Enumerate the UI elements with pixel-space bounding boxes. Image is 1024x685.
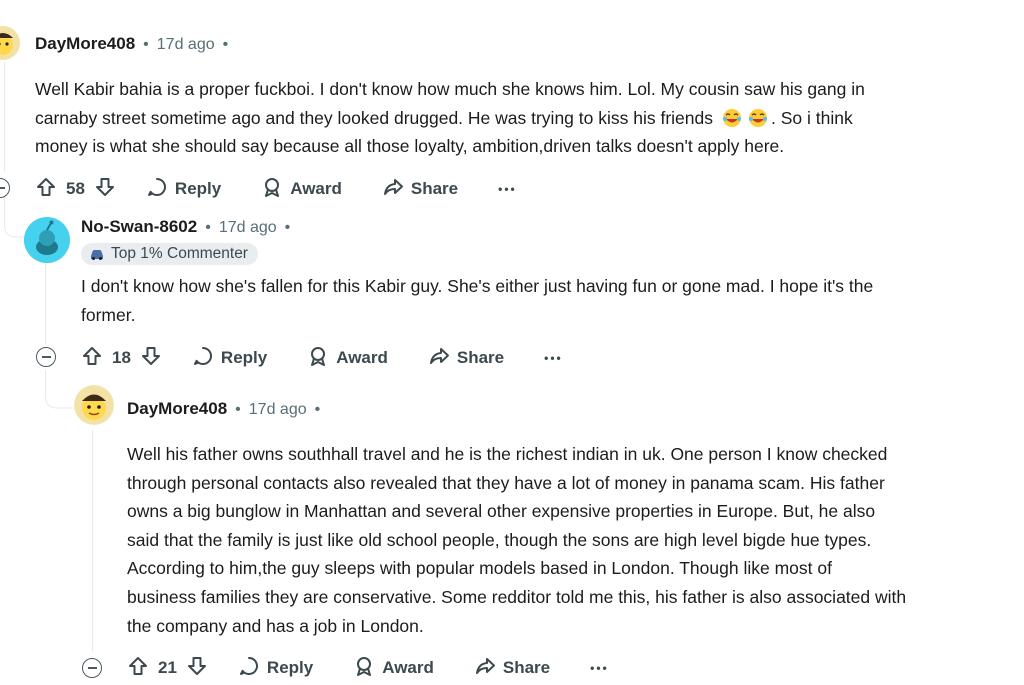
commenter-badge: Top 1% Commenter: [81, 243, 258, 266]
more-label: •••: [544, 351, 563, 365]
comment-line-text: carnaby street sometime ago and they loo…: [35, 107, 713, 128]
award-icon: [307, 345, 329, 372]
laughing-emoji-icon: [747, 108, 769, 128]
more-options-icon[interactable]: •••: [498, 182, 517, 196]
comment-actions: 58 Reply Award Share •••: [35, 172, 517, 206]
comment-line: Well his father owns southhall travel an…: [127, 444, 888, 464]
upvote-icon[interactable]: [127, 655, 149, 682]
upvote-icon[interactable]: [35, 176, 57, 203]
separator: •: [222, 36, 229, 53]
reply-button[interactable]: Reply: [192, 345, 267, 372]
comment-line: Well Kabir bahia is a proper fuckboi. I …: [35, 79, 865, 99]
comment-line: owns a big bunglow in Manhattan and seve…: [127, 501, 876, 522]
share-button[interactable]: Share: [474, 655, 550, 682]
vote-count: 21: [158, 658, 177, 677]
thread-line-root: [4, 62, 5, 172]
upvote-icon[interactable]: [81, 345, 103, 372]
comment-line: said that the family is just like old sc…: [127, 529, 872, 550]
comment-icon: [192, 345, 214, 372]
separator: •: [284, 219, 291, 236]
avatar[interactable]: [74, 385, 114, 425]
comment-line: money is what she should say because all…: [35, 136, 785, 157]
comment-line: business families they are conservative.…: [127, 586, 907, 607]
award-button[interactable]: Award: [353, 655, 434, 682]
thread-connector: [4, 195, 24, 238]
timestamp[interactable]: 17d ago: [219, 219, 277, 237]
reply-button[interactable]: Reply: [238, 655, 313, 682]
comment-line: I don't know how she's fallen for this K…: [81, 276, 874, 296]
more-options-icon[interactable]: •••: [544, 351, 563, 365]
comment-line: through personal contacts also revealed …: [127, 472, 885, 493]
reply-button[interactable]: Reply: [146, 176, 221, 203]
comment-line: According to him,the guy sleeps with pop…: [127, 558, 832, 579]
award-button[interactable]: Award: [307, 345, 388, 372]
timestamp[interactable]: 17d ago: [157, 36, 215, 54]
separator: •: [235, 401, 241, 418]
thread-connector: [45, 370, 75, 409]
comment-actions: 18 Reply Award Share •••: [81, 341, 563, 375]
more-label: •••: [498, 182, 517, 196]
share-label: Share: [502, 658, 551, 677]
share-icon: [474, 655, 496, 682]
reply-label: Reply: [266, 658, 314, 677]
comment-header: No-Swan-8602 • 17d ago •: [81, 217, 290, 237]
downvote-icon[interactable]: [186, 655, 208, 682]
share-label: Share: [410, 179, 459, 198]
award-icon: [261, 176, 283, 203]
collapse-button[interactable]: [82, 658, 102, 678]
badge-label: Top 1% Commenter: [111, 245, 248, 262]
share-label: Share: [456, 348, 505, 367]
thread-line-level2: [92, 430, 93, 652]
share-icon: [382, 176, 404, 203]
comment-line: carnaby street sometime ago and they loo…: [35, 104, 1015, 133]
comment-line-text: . So i think: [771, 107, 853, 128]
more-label: •••: [590, 661, 609, 675]
comment-actions: 21 Reply Award Share •••: [127, 651, 609, 685]
comment-body: Well Kabir bahia is a proper fuckboi. I …: [35, 75, 1015, 161]
username[interactable]: DayMore408: [35, 34, 135, 54]
comment-icon: [146, 176, 168, 203]
award-label: Award: [290, 179, 342, 198]
comment-header: DayMore408 • 17d ago •: [35, 34, 228, 54]
share-button[interactable]: Share: [382, 176, 458, 203]
avatar[interactable]: [0, 26, 20, 60]
comment-line: the company and has a job in London.: [127, 615, 424, 636]
separator: •: [143, 36, 149, 53]
avatar[interactable]: [24, 217, 70, 263]
share-icon: [428, 345, 450, 372]
downvote-icon[interactable]: [94, 176, 116, 203]
collapse-button[interactable]: [36, 347, 56, 367]
car-icon: [89, 247, 105, 261]
username[interactable]: No-Swan-8602: [81, 217, 197, 237]
timestamp[interactable]: 17d ago: [249, 401, 307, 419]
separator: •: [205, 219, 211, 236]
separator: •: [314, 401, 321, 418]
vote-count: 18: [112, 348, 131, 367]
laughing-emoji-icon: [721, 108, 743, 128]
award-icon: [353, 655, 375, 682]
reply-label: Reply: [220, 348, 268, 367]
comment-line: former.: [81, 304, 136, 325]
thread-line-level1: [45, 262, 46, 344]
vote-count: 58: [66, 179, 85, 198]
vote-group: 21: [127, 655, 208, 682]
more-options-icon[interactable]: •••: [590, 661, 609, 675]
share-button[interactable]: Share: [428, 345, 504, 372]
reply-label: Reply: [174, 179, 222, 198]
award-label: Award: [336, 348, 388, 367]
downvote-icon[interactable]: [140, 345, 162, 372]
username[interactable]: DayMore408: [127, 399, 227, 419]
vote-group: 18: [81, 345, 162, 372]
award-button[interactable]: Award: [261, 176, 342, 203]
comment-icon: [238, 655, 260, 682]
comment-header: DayMore408 • 17d ago •: [127, 399, 320, 419]
comment-body: Well his father owns southhall travel an…: [127, 440, 1017, 640]
vote-group: 58: [35, 176, 116, 203]
award-label: Award: [382, 658, 434, 677]
comment-body: I don't know how she's fallen for this K…: [81, 272, 1016, 329]
